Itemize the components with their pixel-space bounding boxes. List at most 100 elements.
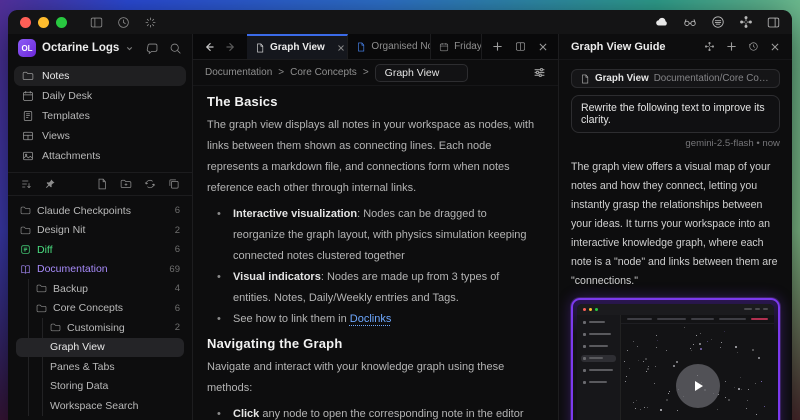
mini-sidebar [577,315,621,420]
editor-pane: Graph View Documentatio Organised Notes … [193,34,558,420]
tree-item-panes-tabs[interactable]: Panes & Tabs [16,357,184,377]
book-icon [20,264,31,275]
tree-item-workspace-search[interactable]: Workspace Search [16,396,184,416]
close-window-button[interactable] [20,17,31,28]
collapse-all-icon[interactable] [168,178,180,190]
note-options-icon[interactable] [533,66,546,79]
pin-icon[interactable] [44,178,56,190]
assistant-panel: Graph View Guide Graph View Documentatio… [558,34,792,420]
graph-sparkle-icon[interactable] [704,41,715,52]
zoom-window-button[interactable] [56,17,67,28]
new-tab-icon[interactable] [492,41,503,52]
workspace-switcher[interactable]: OL Octarine Logs [8,34,192,62]
nav-label: Notes [42,70,69,82]
assistant-response[interactable]: The graph view offers a visual map of yo… [571,158,780,291]
close-pane-icon[interactable] [538,42,548,52]
workspace-name: Octarine Logs [42,42,119,54]
cloud-sync-icon[interactable] [655,15,669,29]
note-count: 69 [169,264,180,275]
tree-item-daily-desk[interactable]: Daily Desk 3 [16,416,184,420]
video-preview[interactable] [571,298,780,420]
timestamp: now [762,138,780,149]
graph-sparkle-icon[interactable] [739,15,753,29]
breadcrumb-part[interactable]: Documentation [205,67,272,78]
context-chip[interactable]: Graph View Documentation/Core Concepts [571,69,780,88]
note-count: 4 [175,283,180,294]
paragraph: Navigate and interact with your knowledg… [207,357,536,399]
new-chat-icon[interactable] [726,41,737,52]
sidebar-item-views[interactable]: Views [14,126,186,146]
sidebar-item-notes[interactable]: Notes [14,66,186,86]
panel-left-icon[interactable] [90,16,103,29]
tree-item-diff[interactable]: Diff 6 [16,240,184,260]
sidebar-toolbar [8,172,192,196]
history-icon[interactable] [748,41,759,52]
tree-item-design-nit[interactable]: Design Nit 2 [16,221,184,241]
breadcrumb: Documentation > Core Concepts > Graph Vi… [193,60,558,86]
assistant-header: Graph View Guide [559,34,792,60]
tree-item-claude-checkpoints[interactable]: Claude Checkpoints 6 [16,201,184,221]
context-note-title: Graph View [595,73,649,84]
breadcrumb-part[interactable]: Core Concepts [290,67,357,78]
bullet-list: Interactive visualization: Nodes can be … [215,204,536,330]
note-count: 2 [175,322,180,333]
sidebar-item-attachments[interactable]: Attachments [14,146,186,166]
document-icon [255,43,265,53]
glasses-icon[interactable] [683,15,697,29]
note-count: 6 [175,244,180,255]
sidebar-nav: Notes Daily Desk Templates Views Attachm… [8,62,192,168]
tree-item-backup[interactable]: Backup 4 [16,279,184,299]
forward-icon[interactable] [225,41,237,53]
list-item: Interactive visualization: Nodes can be … [215,204,536,267]
tree-item-core-concepts[interactable]: Core Concepts 6 [16,299,184,319]
note-title-field[interactable]: Graph View [375,64,469,82]
tab-graph-view[interactable]: Graph View Documentatio [247,34,348,59]
user-prompt-bubble: Rewrite the following text to improve it… [571,95,780,133]
sync-icon[interactable] [144,178,156,190]
workspace-logo: OL [18,39,36,57]
search-icon[interactable] [169,42,182,55]
sidebar-item-daily-desk[interactable]: Daily Desk [14,86,186,106]
archive-icon[interactable] [711,15,725,29]
template-icon [22,110,34,122]
new-folder-icon[interactable] [120,178,132,190]
new-file-icon[interactable] [96,178,108,190]
image-icon [22,150,34,162]
tree-item-documentation[interactable]: Documentation 69 [16,260,184,280]
sparkle-icon[interactable] [144,16,157,29]
sort-icon[interactable] [20,178,32,190]
sidebar-item-templates[interactable]: Templates [14,106,186,126]
nav-label: Views [42,130,70,142]
comment-icon[interactable] [146,42,159,55]
panel-right-icon[interactable] [767,16,780,29]
tree-item-graph-view[interactable]: Graph View [16,338,184,358]
tab-organised-notes[interactable]: Organised Notes [348,34,431,59]
titlebar [8,10,792,34]
tree-item-customising[interactable]: Customising 2 [16,318,184,338]
sidebar: OL Octarine Logs Notes Daily Desk [8,34,193,420]
back-icon[interactable] [203,41,215,53]
split-pane-icon[interactable] [515,41,526,52]
meta-separator: • [756,138,759,149]
app-window: OL Octarine Logs Notes Daily Desk [8,10,792,420]
play-button[interactable] [676,364,720,408]
close-tab-icon[interactable] [337,44,345,52]
calendar-icon [22,90,34,102]
doclinks-link[interactable]: Doclinks [350,313,392,325]
nav-label: Templates [42,110,90,122]
context-note-path: Documentation/Core Concepts [654,73,771,84]
clock-icon[interactable] [117,16,130,29]
note-content[interactable]: The Basics The graph view displays all n… [193,86,558,420]
breadcrumb-separator: > [278,67,284,78]
folder-icon [20,205,31,216]
calendar-icon [439,42,449,52]
minimize-window-button[interactable] [38,17,49,28]
folder-icon [20,225,31,236]
graph-view-thumbnail [577,304,774,420]
chevron-down-icon [125,44,134,53]
tree-item-storing-data[interactable]: Storing Data [16,377,184,397]
note-count: 6 [175,303,180,314]
close-panel-icon[interactable] [770,41,780,52]
tab-friday[interactable]: Friday. D [431,34,482,59]
message-meta: gemini-2.5-flash • now [571,138,780,149]
